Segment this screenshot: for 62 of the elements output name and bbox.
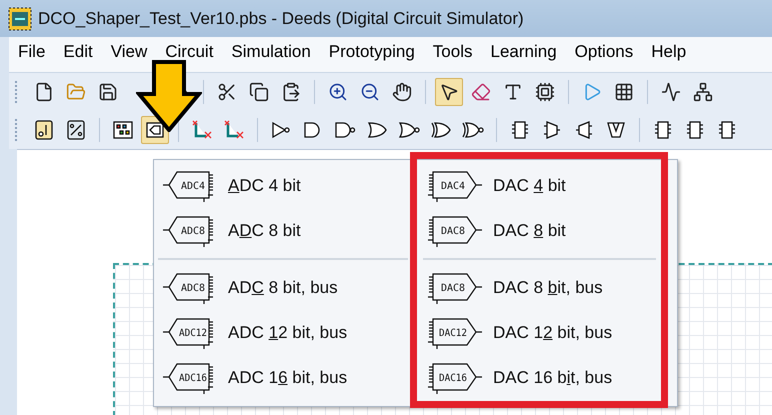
- option-label: DAC 8 bit, bus: [493, 278, 603, 298]
- menu-option[interactable]: ADC12 ADC 12 bit, bus: [154, 310, 412, 355]
- menu-item[interactable]: File: [18, 43, 46, 61]
- option-label: DAC 12 bit, bus: [493, 322, 612, 342]
- zoom-out-icon: [360, 82, 380, 102]
- option-label: ADC 8 bit: [228, 220, 301, 240]
- menu-item[interactable]: Prototyping: [328, 43, 415, 61]
- slider-panel-icon: [65, 119, 87, 141]
- menu-option[interactable]: ADC8 ADC 8 bit: [154, 208, 412, 253]
- menu-option[interactable]: ADC4 ADC 4 bit: [154, 163, 412, 208]
- menu-item[interactable]: Circuit: [165, 43, 214, 61]
- menu-option[interactable]: DAC12 DAC 12 bit, bus: [419, 310, 660, 355]
- menu-item[interactable]: Help: [651, 43, 686, 61]
- menu-item[interactable]: View: [110, 43, 148, 61]
- network-icon: [693, 82, 713, 102]
- zoom-in-icon: [328, 82, 348, 102]
- window-title: DCO_Shaper_Test_Ver10.pbs - Deeds (Digital Circuit Simulator): [38, 8, 524, 28]
- chip-icon: [535, 82, 555, 102]
- chip-icon: [652, 119, 674, 141]
- hand-icon: [392, 82, 412, 102]
- menu-item[interactable]: Tools: [432, 43, 472, 61]
- wire-delete-icon: [223, 119, 245, 141]
- option-label: DAC 8 bit: [493, 220, 566, 240]
- app-icon: [8, 6, 32, 30]
- copy-icon: [249, 82, 269, 102]
- toolbar-button[interactable]: [435, 78, 463, 106]
- chip-icon: [509, 119, 531, 141]
- scissors-icon: [217, 82, 237, 102]
- menu-option[interactable]: DAC4 DAC 4 bit: [419, 163, 660, 208]
- arrow-annotation: [136, 60, 202, 132]
- save-icon: [98, 82, 118, 102]
- demultiplexer-icon: [573, 119, 595, 141]
- switch-panel-icon: [33, 119, 55, 141]
- option-label: ADC 16 bit, bus: [228, 368, 348, 388]
- grid-icon: [614, 82, 634, 102]
- not-gate-icon: [270, 119, 292, 141]
- menu-item[interactable]: Simulation: [231, 43, 311, 61]
- option-label: ADC 8 bit, bus: [228, 278, 338, 298]
- option-label: DAC 4 bit: [493, 176, 566, 196]
- clipboard-icon: [281, 82, 301, 102]
- pointer-icon: [439, 82, 459, 102]
- menu-option[interactable]: ADC16 ADC 16 bit, bus: [154, 355, 412, 400]
- led-matrix-icon: [112, 119, 134, 141]
- chip-icon: [716, 119, 738, 141]
- menu-option[interactable]: ADC8 ADC 8 bit, bus: [154, 265, 412, 310]
- option-label: ADC 12 bit, bus: [228, 322, 348, 342]
- folder-icon: [66, 82, 86, 102]
- option-label: ADC 4 bit: [228, 176, 301, 196]
- menu-option[interactable]: DAC16 DAC 16 bit, bus: [419, 355, 660, 400]
- menu-item[interactable]: Options: [574, 43, 634, 61]
- new-file-icon: [34, 82, 54, 102]
- text-tool-icon: [503, 82, 523, 102]
- menu-option[interactable]: DAC8 DAC 8 bit: [419, 208, 660, 253]
- wire-delete-icon: [191, 119, 213, 141]
- menu-option[interactable]: DAC8 DAC 8 bit, bus: [419, 265, 660, 310]
- chip-icon: [684, 119, 706, 141]
- eraser-icon: [471, 82, 491, 102]
- waveform-icon: [661, 82, 681, 102]
- menu-item[interactable]: Learning: [490, 43, 557, 61]
- multiplexer-icon: [541, 119, 563, 141]
- option-label: DAC 16 bit, bus: [493, 368, 612, 388]
- menu-item[interactable]: Edit: [63, 43, 93, 61]
